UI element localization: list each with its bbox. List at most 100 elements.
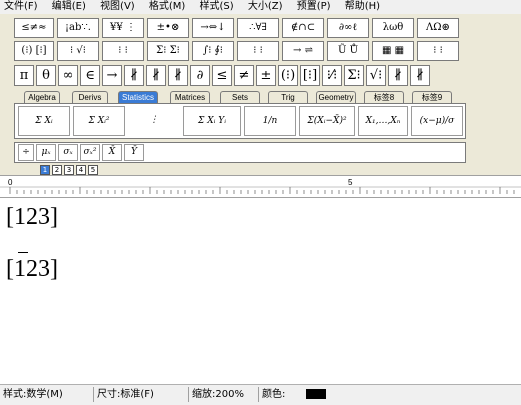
menu-help[interactable]: 帮助(H): [341, 0, 384, 14]
menu-style[interactable]: 样式(S): [196, 0, 238, 14]
sqrt-template-button[interactable]: √⁝: [366, 65, 386, 86]
not-equal-symbol-button[interactable]: ≠: [234, 65, 254, 86]
tab-set-button-5[interactable]: 5: [88, 165, 98, 175]
x1-to-xn-template[interactable]: X₁,…,Xₙ: [358, 106, 408, 136]
fractions-radicals-palette-button[interactable]: ⁝ √⁝: [57, 41, 99, 61]
plus-minus-symbol-button[interactable]: ±: [256, 65, 276, 86]
menu-preferences[interactable]: 预置(P): [293, 0, 335, 14]
relations-palette-button[interactable]: ≤≠≈: [14, 18, 54, 38]
sum-template-button[interactable]: Σ⁝: [344, 65, 364, 86]
arrow-symbol-button[interactable]: →: [102, 65, 122, 86]
style-status[interactable]: 样式:数学(M): [3, 386, 63, 404]
subscripts-palette-button[interactable]: ⁝ ⁝: [102, 41, 144, 61]
equation-toolbar: ≤≠≈ ¡ab∵. ¥¥ ⋮ ±•⊗ →⇔↓ ∴∀∃ ∉∩⊂ ∂∞ℓ λωθ Λ…: [0, 14, 521, 176]
overbar-mark: [18, 252, 28, 253]
tab-geometry[interactable]: Geometry: [316, 91, 356, 103]
fences-palette-button[interactable]: (⁝) [⁝]: [14, 41, 54, 61]
arrows-palette-button[interactable]: →⇔↓: [192, 18, 234, 38]
sums-palette-button[interactable]: Σ⁝ Σ⁝: [147, 41, 189, 61]
underbar-overbar-palette-button[interactable]: ⁝ ⁝: [237, 41, 279, 61]
labeled-arrows-palette-button[interactable]: → ⇌: [282, 41, 324, 61]
mu-x-template[interactable]: μₓ: [36, 144, 56, 161]
menu-view[interactable]: 视图(V): [96, 0, 139, 14]
tab-set-button-1[interactable]: 1: [40, 165, 50, 175]
fraction-template-button[interactable]: ⁝⁄⁝: [322, 65, 342, 86]
template-button-1[interactable]: ∦: [124, 65, 144, 86]
ruler-mark-0: 0: [8, 178, 13, 187]
matrices-palette-button[interactable]: ▦ ▦: [372, 41, 414, 61]
sigma-x-squared-template[interactable]: σₓ²: [80, 144, 100, 161]
element-of-symbol-button[interactable]: ∈: [80, 65, 100, 86]
sets-palette-button[interactable]: ∉∩⊂: [282, 18, 324, 38]
operators-palette-button[interactable]: ±•⊗: [147, 18, 189, 38]
sum-xi-yi-template[interactable]: Σ Xᵢ Yᵢ: [183, 106, 241, 136]
x-bar-template[interactable]: X̄: [102, 144, 122, 161]
template-button-3[interactable]: ∦: [168, 65, 188, 86]
tab-trig[interactable]: Trig: [268, 91, 308, 103]
menu-size[interactable]: 大小(Z): [244, 0, 287, 14]
one-over-n-template[interactable]: 1/n: [244, 106, 296, 136]
template-button-2[interactable]: ∦: [146, 65, 166, 86]
tab-matrices[interactable]: Matrices: [170, 91, 210, 103]
status-divider: [258, 387, 259, 402]
greek-lower-palette-button[interactable]: λωθ: [372, 18, 414, 38]
color-swatch[interactable]: [306, 389, 326, 399]
boxes-palette-button[interactable]: ⁝ ⁝: [417, 41, 459, 61]
menu-bar: 文件(F) 编辑(E) 视图(V) 格式(M) 样式(S) 大小(Z) 预置(P…: [0, 0, 521, 14]
products-palette-button[interactable]: Ũ Ů: [327, 41, 369, 61]
logic-palette-button[interactable]: ∴∀∃: [237, 18, 279, 38]
spaces-palette-button[interactable]: ¡ab∵.: [57, 18, 99, 38]
equation-editor-canvas[interactable]: [123] [123]: [0, 198, 521, 384]
sum-xi-squared-template[interactable]: Σ Xᵢ²: [73, 106, 125, 136]
y-bar-template[interactable]: Ȳ: [124, 144, 144, 161]
parentheses-template-button[interactable]: (⁝): [278, 65, 298, 86]
brackets-template-button[interactable]: [⁝]: [300, 65, 320, 86]
sum-squared-deviation-template[interactable]: Σ(Xᵢ−X̄)²: [299, 106, 355, 136]
statistics-templates-small: ÷ μₓ σₓ σₓ² X̄ Ȳ: [14, 142, 466, 163]
tab-set-button-3[interactable]: 3: [64, 165, 74, 175]
size-status[interactable]: 尺寸:标准(F): [97, 386, 154, 404]
status-divider: [93, 387, 94, 402]
size-label: 尺寸:: [97, 389, 121, 400]
tab-set-button-2[interactable]: 2: [52, 165, 62, 175]
equation-line-2[interactable]: [123]: [6, 252, 58, 283]
z-score-template[interactable]: (x−μ)/σ: [411, 106, 463, 136]
zoom-status[interactable]: 缩放:200%: [192, 386, 244, 404]
color-status[interactable]: 颜色:: [262, 386, 285, 404]
tab-algebra[interactable]: Algebra: [24, 91, 60, 103]
integrals-palette-button[interactable]: ∫⁝ ∮⁝: [192, 41, 234, 61]
divide-template[interactable]: ÷: [18, 144, 34, 161]
less-equal-symbol-button[interactable]: ≤: [212, 65, 232, 86]
template-button-5[interactable]: ∦: [410, 65, 430, 86]
embellishments-palette-button[interactable]: ¥¥ ⋮: [102, 18, 144, 38]
zoom-value: 200%: [215, 389, 244, 400]
tab-sets[interactable]: Sets: [220, 91, 260, 103]
ruler-mark-5: 5: [348, 178, 353, 187]
sigma-x-template[interactable]: σₓ: [58, 144, 78, 161]
theta-symbol-button[interactable]: θ: [36, 65, 56, 86]
menu-format[interactable]: 格式(M): [145, 0, 189, 14]
status-divider: [188, 387, 189, 402]
greek-upper-palette-button[interactable]: ΛΩ⊛: [417, 18, 459, 38]
size-value: 标准(F): [120, 389, 154, 400]
pi-symbol-button[interactable]: π: [14, 65, 34, 86]
template-button-4[interactable]: ∦: [388, 65, 408, 86]
tab-label-9[interactable]: 标签9: [412, 91, 452, 103]
color-label: 颜色:: [262, 389, 286, 400]
menu-file[interactable]: 文件(F): [0, 0, 42, 14]
tab-derivs[interactable]: Derivs: [72, 91, 108, 103]
misc-symbols-palette-button[interactable]: ∂∞ℓ: [327, 18, 369, 38]
tab-statistics[interactable]: Statistics: [118, 91, 158, 103]
equation-line-1[interactable]: [123]: [6, 204, 58, 231]
equation-text-1: [123]: [6, 204, 58, 230]
sum-xi-template[interactable]: Σ Xᵢ: [18, 106, 70, 136]
tab-set-button-4[interactable]: 4: [76, 165, 86, 175]
infinity-symbol-button[interactable]: ∞: [58, 65, 78, 86]
ruler: 0 5: [0, 177, 521, 198]
partial-symbol-button[interactable]: ∂: [190, 65, 210, 86]
vertical-dots-template[interactable]: ⋮: [128, 106, 180, 136]
statistics-templates: Σ Xᵢ Σ Xᵢ² ⋮ Σ Xᵢ Yᵢ 1/n Σ(Xᵢ−X̄)² X₁,…,…: [14, 103, 466, 139]
tab-label-8[interactable]: 标签8: [364, 91, 404, 103]
menu-edit[interactable]: 编辑(E): [48, 0, 90, 14]
status-bar: 样式:数学(M) 尺寸:标准(F) 缩放:200% 颜色:: [0, 384, 521, 405]
